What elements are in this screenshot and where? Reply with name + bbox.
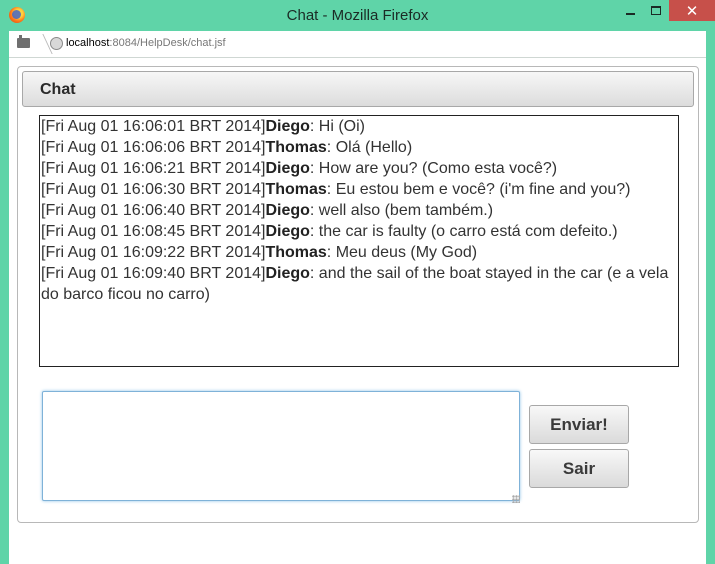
chat-message: [Fri Aug 01 16:06:30 BRT 2014]Thomas: Eu… <box>40 179 678 200</box>
chat-message: [Fri Aug 01 16:06:21 BRT 2014]Diego: How… <box>40 158 678 179</box>
message-text: : Eu estou bem e você? (i'm fine and you… <box>326 181 631 198</box>
chat-panel: Chat [Fri Aug 01 16:06:01 BRT 2014]Diego… <box>17 66 699 523</box>
maximize-button[interactable] <box>643 0 669 21</box>
message-input[interactable] <box>42 391 520 501</box>
message-timestamp: [Fri Aug 01 16:09:22 BRT 2014] <box>41 244 266 261</box>
message-timestamp: [Fri Aug 01 16:06:01 BRT 2014] <box>41 118 266 135</box>
message-author: Diego <box>265 160 310 177</box>
chat-log[interactable]: [Fri Aug 01 16:06:01 BRT 2014]Diego: Hi … <box>39 115 679 367</box>
message-timestamp: [Fri Aug 01 16:08:45 BRT 2014] <box>41 223 266 240</box>
message-timestamp: [Fri Aug 01 16:09:40 BRT 2014] <box>41 265 266 282</box>
chat-panel-header: Chat <box>22 71 694 107</box>
close-button[interactable]: ✕ <box>669 0 715 21</box>
title-bar: Chat - Mozilla Firefox ✕ <box>0 0 715 31</box>
message-author: Diego <box>265 223 310 240</box>
close-icon: ✕ <box>685 2 699 20</box>
message-timestamp: [Fri Aug 01 16:06:21 BRT 2014] <box>41 160 266 177</box>
send-button[interactable]: Enviar! <box>529 405 629 444</box>
page-icon <box>17 35 30 48</box>
message-timestamp: [Fri Aug 01 16:06:30 BRT 2014] <box>41 181 266 198</box>
message-timestamp: [Fri Aug 01 16:06:06 BRT 2014] <box>41 139 266 156</box>
message-author: Thomas <box>265 139 327 156</box>
leave-button[interactable]: Sair <box>529 449 629 488</box>
window-title: Chat - Mozilla Firefox <box>286 7 429 24</box>
maximize-icon <box>651 6 661 15</box>
chat-message: [Fri Aug 01 16:09:22 BRT 2014]Thomas: Me… <box>40 242 678 263</box>
message-text: : Olá (Hello) <box>326 139 413 156</box>
chat-message: [Fri Aug 01 16:06:40 BRT 2014]Diego: wel… <box>40 200 678 221</box>
chat-message: [Fri Aug 01 16:06:01 BRT 2014]Diego: Hi … <box>40 116 678 137</box>
resize-grip-icon[interactable] <box>512 495 520 503</box>
page-content: Chat [Fri Aug 01 16:06:01 BRT 2014]Diego… <box>9 58 706 564</box>
message-text: : Meu deus (My God) <box>326 244 478 261</box>
chat-message: [Fri Aug 01 16:06:06 BRT 2014]Thomas: Ol… <box>40 137 678 158</box>
message-author: Diego <box>265 265 310 282</box>
message-timestamp: [Fri Aug 01 16:06:40 BRT 2014] <box>41 202 266 219</box>
chat-panel-title: Chat <box>40 81 76 98</box>
message-text: : the car is faulty (o carro está com de… <box>309 223 618 240</box>
url-text[interactable]: localhost:8084/HelpDesk/chat.jsf <box>66 37 226 49</box>
message-author: Thomas <box>265 244 327 261</box>
minimize-button[interactable] <box>617 0 643 21</box>
minimize-icon <box>625 12 635 15</box>
message-text: : well also (bem também.) <box>309 202 494 219</box>
message-text: : Hi (Oi) <box>309 118 366 135</box>
message-text: : How are you? (Como esta você?) <box>309 160 558 177</box>
chat-message: [Fri Aug 01 16:09:40 BRT 2014]Diego: and… <box>40 263 678 305</box>
url-host: localhost <box>66 37 110 49</box>
message-author: Diego <box>265 118 310 135</box>
message-author: Thomas <box>265 181 327 198</box>
url-path: :8084/HelpDesk/chat.jsf <box>109 37 226 49</box>
chat-message: [Fri Aug 01 16:08:45 BRT 2014]Diego: the… <box>40 221 678 242</box>
globe-icon <box>50 37 63 50</box>
address-bar[interactable]: localhost:8084/HelpDesk/chat.jsf <box>9 31 706 58</box>
message-author: Diego <box>265 202 310 219</box>
